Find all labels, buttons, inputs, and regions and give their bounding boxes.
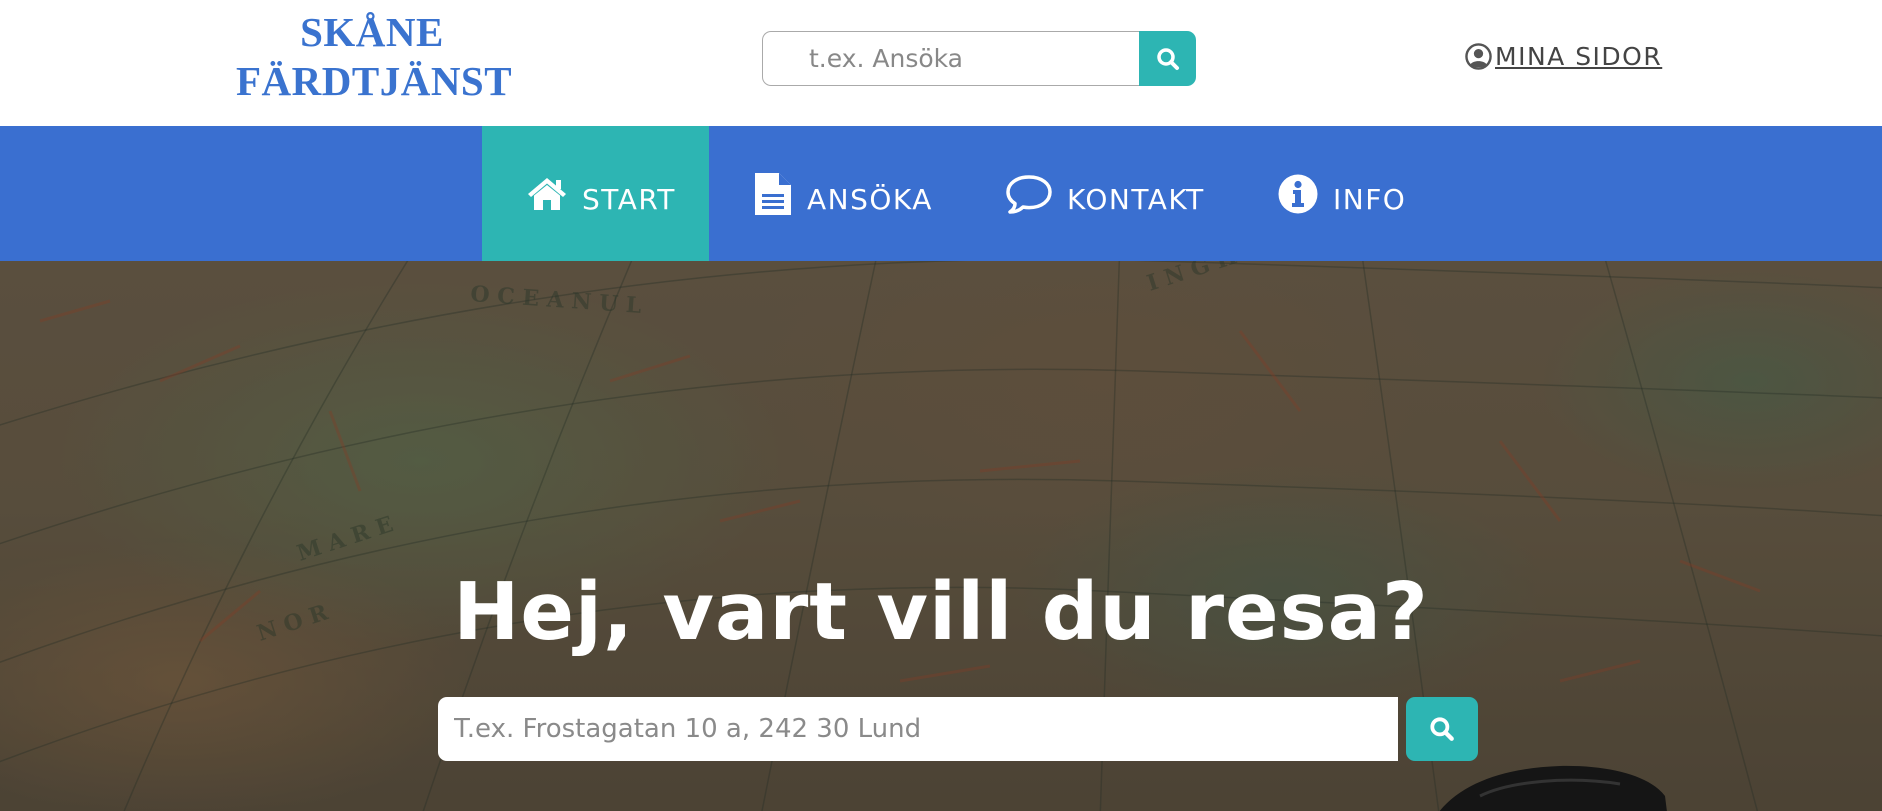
- user-circle-icon: [1465, 43, 1492, 70]
- search-icon: [1156, 47, 1179, 70]
- logo-line-1: SKÅNE: [300, 9, 444, 55]
- nav-item-kontakt[interactable]: KONTAKT: [1005, 126, 1205, 261]
- site-logo[interactable]: SKÅNE FÄRDTJÄNST: [236, 8, 513, 106]
- main-nav: START ANSÖKA KONTAKT INFO: [0, 126, 1882, 261]
- nav-item-info[interactable]: INFO: [1277, 126, 1406, 261]
- mina-sidor-link[interactable]: MINA SIDOR: [1465, 42, 1662, 71]
- hero-search: [438, 697, 1478, 761]
- header-search-button[interactable]: [1139, 31, 1196, 86]
- nav-label-ansoka: ANSÖKA: [807, 183, 933, 216]
- logo-line-2: FÄRDTJÄNST: [236, 58, 513, 104]
- nav-label-start: START: [582, 183, 676, 216]
- nav-item-start[interactable]: START: [482, 126, 709, 261]
- nav-label-kontakt: KONTAKT: [1067, 183, 1205, 216]
- header-search-input[interactable]: [762, 31, 1140, 86]
- mina-sidor-label: MINA SIDOR: [1495, 42, 1663, 71]
- site-header: SKÅNE FÄRDTJÄNST MINA SIDOR: [0, 0, 1882, 126]
- speech-bubble-icon: [1006, 174, 1052, 214]
- nav-item-ansoka[interactable]: ANSÖKA: [753, 126, 933, 261]
- hero-section: O C E A N U L I N G H M A R E N O R Hej,…: [0, 261, 1882, 811]
- document-icon: [755, 172, 791, 215]
- search-icon: [1430, 717, 1454, 741]
- home-icon: [528, 177, 566, 210]
- header-search: [762, 31, 1196, 86]
- hero-title: Hej, vart vill du resa?: [453, 566, 1429, 658]
- destination-search-input[interactable]: [438, 697, 1398, 761]
- car-image: [1439, 765, 1667, 811]
- nav-label-info: INFO: [1333, 183, 1407, 216]
- destination-search-button[interactable]: [1406, 697, 1478, 761]
- info-icon: [1278, 174, 1318, 213]
